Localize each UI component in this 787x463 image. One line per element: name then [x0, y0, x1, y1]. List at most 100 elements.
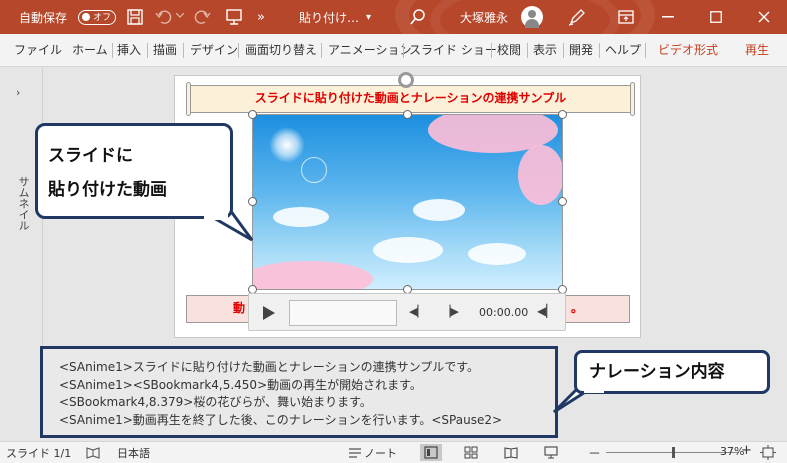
tab-review[interactable]: 校閲 [497, 34, 521, 67]
fit-to-window-icon[interactable] [760, 445, 776, 460]
ribbon-tab-bar: ファイル ホーム 挿入 描画 デザイン 画面切り替え アニメーション スライド … [0, 34, 787, 67]
notes-icon[interactable] [348, 447, 362, 459]
sun-flare [269, 127, 305, 163]
resize-handle[interactable] [248, 110, 257, 119]
tab-design[interactable]: デザイン [190, 34, 238, 67]
zoom-out-button[interactable]: － [588, 443, 601, 462]
notes-pane[interactable]: <SAnime1>スライドに貼り付けた動画とナレーションの連携サンプルです。 <… [40, 346, 558, 438]
step-back-icon[interactable]: ◀▏ [409, 305, 426, 318]
undo-icon[interactable] [155, 9, 173, 25]
time-display: 00:00.00 [479, 306, 529, 319]
presentation-icon[interactable] [226, 9, 242, 25]
more-commands-button[interactable]: » [257, 0, 265, 34]
minimize-icon[interactable] [662, 16, 674, 18]
resize-handle[interactable] [248, 197, 257, 206]
cloud [413, 199, 465, 221]
video-frame[interactable] [252, 114, 563, 290]
callout-line: スライドに [48, 146, 133, 166]
resize-handle[interactable] [558, 197, 567, 206]
slideshow-button[interactable] [540, 444, 562, 461]
tab-video-format[interactable]: ビデオ形式 [658, 34, 718, 67]
tab-divider [563, 43, 564, 58]
seek-bar[interactable] [289, 300, 397, 326]
close-icon[interactable] [758, 11, 770, 23]
tab-draw[interactable]: 描画 [153, 34, 177, 67]
bottom-text-left: 動 [233, 301, 246, 315]
save-icon[interactable] [127, 9, 143, 25]
tab-file[interactable]: ファイル [14, 34, 62, 67]
tab-slideshow[interactable]: スライド ショー [409, 34, 497, 67]
search-icon[interactable] [410, 9, 426, 25]
notes-line: <SAnime1>動画再生を終了した後、このナレーションを行います。<SPaus… [59, 413, 503, 427]
notes-toggle-label[interactable]: ノート [364, 445, 397, 461]
slideshow-icon [544, 446, 558, 459]
avatar[interactable] [521, 6, 543, 28]
avatar-body [525, 19, 539, 28]
tab-developer[interactable]: 開発 [569, 34, 593, 67]
file-name: 貼り付け… [299, 10, 360, 25]
callout-narration: ナレーション内容 [574, 350, 770, 394]
callout-tail-mask [584, 389, 604, 393]
cherry-blossom [253, 261, 373, 289]
ribbon-display-icon[interactable] [618, 10, 634, 24]
user-name: 大塚雅永 [460, 10, 509, 25]
toggle-knob [82, 13, 90, 21]
lens-flare-ring [301, 157, 327, 183]
slide-sorter-button[interactable] [460, 444, 482, 461]
zoom-level[interactable]: 37% [720, 445, 744, 458]
video-controls: ◀▏ ▕▶ 00:00.00 ◀▏ [248, 293, 566, 331]
title-bar: 自動保存 オフ » 貼り付け… ▾ 大塚雅永 [0, 0, 787, 34]
step-forward-icon[interactable]: ▕▶ [442, 305, 459, 318]
language-indicator[interactable]: 日本語 [117, 445, 150, 461]
tab-divider [403, 43, 404, 58]
thumbnail-label: サムネイル [17, 176, 30, 231]
tab-animations[interactable]: アニメーション [328, 34, 412, 67]
notes-line: <SAnime1>スライドに貼り付けた動画とナレーションの連携サンプルです。 [59, 360, 480, 374]
callout-video-text: スライドに 貼り付けた動画 [48, 139, 167, 207]
autosave-state: オフ [93, 13, 112, 23]
scroll-cap-right [630, 82, 635, 116]
resize-handle[interactable] [558, 110, 567, 119]
tab-divider [599, 43, 600, 58]
callout-narration-text: ナレーション内容 [589, 362, 725, 382]
chevron-down-icon[interactable] [176, 13, 184, 19]
status-bar: スライド 1/1 日本語 ノート － + 37% [0, 441, 787, 463]
tab-view[interactable]: 表示 [533, 34, 557, 67]
slide-title: スライドに貼り付けた動画とナレーションの連携サンプル [254, 91, 567, 105]
resize-handle[interactable] [403, 110, 412, 119]
zoom-slider-thumb[interactable] [672, 447, 675, 458]
notes-line: <SAnime1><SBookmark4,5.450>動画の再生が開始されます。 [59, 378, 422, 392]
slide-title-box[interactable]: スライドに貼り付けた動画とナレーションの連携サンプル [186, 82, 635, 116]
tab-playback[interactable]: 再生 [745, 34, 769, 67]
pen-icon[interactable] [568, 8, 586, 26]
tab-help[interactable]: ヘルプ [605, 34, 641, 67]
reading-view-icon [504, 447, 518, 459]
expand-thumbnails-button[interactable]: › [16, 86, 20, 99]
bottom-text-right: 。 [571, 301, 584, 315]
rotate-handle[interactable] [398, 72, 414, 88]
tab-divider [645, 43, 646, 58]
filename-dropdown-icon[interactable]: ▾ [366, 0, 371, 34]
avatar-head [528, 10, 536, 18]
redo-icon[interactable] [193, 9, 211, 25]
normal-view-button[interactable] [420, 444, 442, 461]
callout-line: 貼り付けた動画 [48, 180, 167, 200]
reading-view-button[interactable] [500, 444, 522, 461]
tab-home[interactable]: ホーム [72, 34, 108, 67]
play-icon[interactable] [263, 306, 275, 320]
cloud [373, 237, 443, 263]
cloud [273, 207, 329, 227]
tab-divider [183, 43, 184, 58]
tab-divider [527, 43, 528, 58]
notes-line: <SBookmark4,8.379>桜の花びらが、舞い始まります。 [59, 395, 372, 409]
callout-tail-mask [204, 214, 228, 220]
tab-insert[interactable]: 挿入 [117, 34, 141, 67]
scroll-cap-left [186, 82, 191, 116]
maximize-icon[interactable] [710, 11, 722, 23]
accessibility-icon[interactable] [86, 446, 100, 459]
autosave-toggle[interactable]: オフ [78, 10, 116, 25]
tab-transitions[interactable]: 画面切り替え [245, 34, 317, 67]
volume-icon[interactable]: ◀▏ [537, 304, 555, 318]
tab-divider [238, 43, 239, 58]
tab-divider [147, 43, 148, 58]
